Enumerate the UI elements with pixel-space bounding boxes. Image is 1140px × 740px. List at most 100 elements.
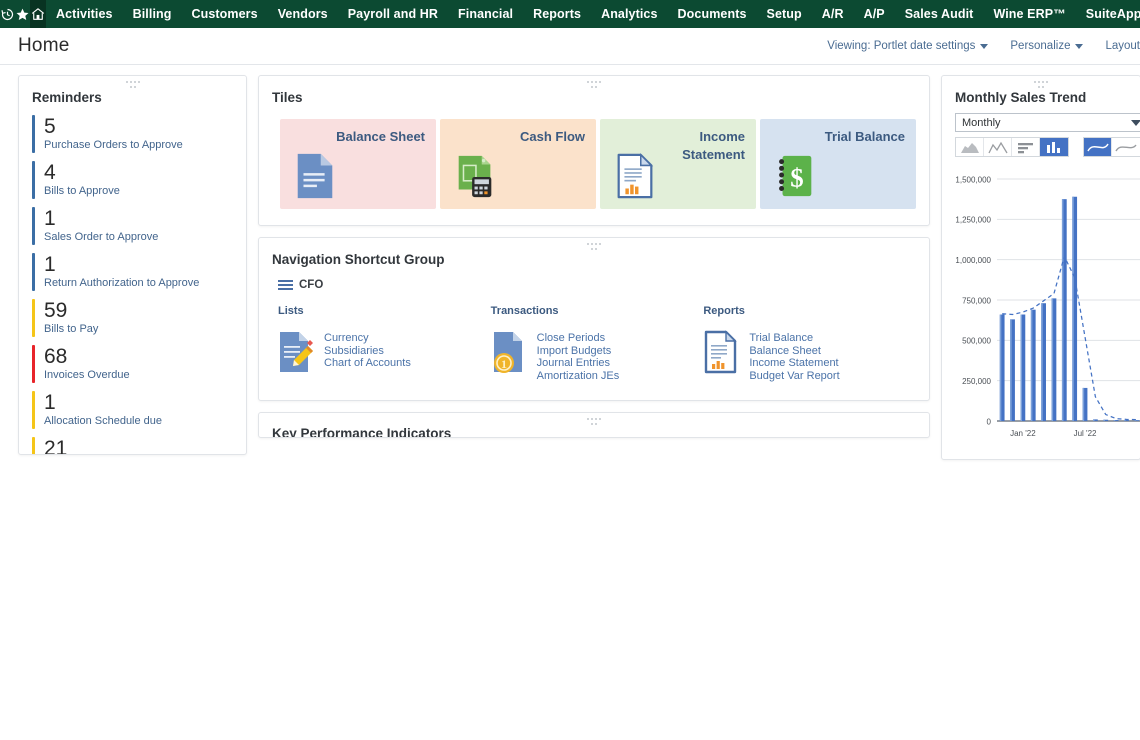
shortcut-link[interactable]: Balance Sheet — [749, 345, 839, 358]
reminder-item[interactable]: 59 Bills to Pay — [32, 297, 246, 343]
chart-controls: Monthly — [942, 105, 1140, 157]
nav-link-analytics[interactable]: Analytics — [591, 0, 667, 28]
nav-link-setup[interactable]: Setup — [757, 0, 812, 28]
reminder-item[interactable]: 5 Purchase Orders to Approve — [32, 113, 246, 159]
horizontal-bar-chart-icon[interactable] — [1012, 138, 1040, 156]
portlet-drag-handle[interactable] — [587, 418, 601, 426]
svg-text:1: 1 — [501, 357, 507, 371]
shortcut-column-reports: Reports — [703, 305, 916, 382]
shortcut-link[interactable]: Subsidiaries — [324, 345, 411, 358]
layout-label: Layout — [1105, 40, 1140, 52]
reminder-label: Allocation Schedule due — [44, 414, 162, 429]
tile-label: Trial Balance — [825, 128, 905, 146]
portlet-drag-handle[interactable] — [587, 81, 601, 89]
main-navigation-bar: Activities Billing Customers Vendors Pay… — [0, 0, 1140, 28]
reminder-count: 1 — [44, 391, 162, 414]
svg-text:1,250,000: 1,250,000 — [955, 216, 991, 225]
reminder-count: 68 — [44, 345, 130, 368]
portlet-drag-handle[interactable] — [1034, 81, 1048, 89]
shortcut-link[interactable]: Trial Balance — [749, 332, 839, 345]
reminder-item[interactable]: 1 Allocation Schedule due — [32, 389, 246, 435]
reminder-color-bar — [32, 391, 35, 429]
viewing-portlet-date-settings-dropdown[interactable]: Viewing: Portlet date settings — [827, 40, 988, 52]
nav-link-suiteapps[interactable]: SuiteApps — [1076, 0, 1140, 28]
document-icon — [294, 152, 336, 200]
nav-link-reports[interactable]: Reports — [523, 0, 591, 28]
nav-link-wine-erp[interactable]: Wine ERP™ — [983, 0, 1075, 28]
portlet-drag-handle[interactable] — [126, 81, 140, 89]
tile-balance-sheet[interactable]: Balance Sheet — [280, 119, 436, 209]
svg-text:250,000: 250,000 — [962, 377, 991, 386]
reminder-item[interactable]: 1 Sales Order to Approve — [32, 205, 246, 251]
reminder-item[interactable]: 68 Invoices Overdue — [32, 343, 246, 389]
nav-link-payroll-and-hr[interactable]: Payroll and HR — [338, 0, 448, 28]
reminder-count: 5 — [44, 115, 183, 138]
nav-link-ap[interactable]: A/P — [854, 0, 895, 28]
personalize-dropdown[interactable]: Personalize — [1010, 40, 1083, 52]
layout-dropdown[interactable]: Layout — [1105, 40, 1140, 52]
reminder-label: Sales Order to Approve — [44, 230, 158, 245]
svg-text:500,000: 500,000 — [962, 337, 991, 346]
shortcut-link[interactable]: Chart of Accounts — [324, 357, 411, 370]
nav-link-documents[interactable]: Documents — [668, 0, 757, 28]
shortcut-column-transactions: Transactions 1 — [491, 305, 704, 382]
shortcut-links: Currency Subsidiaries Chart of Accounts — [324, 330, 411, 370]
nav-link-activities[interactable]: Activities — [46, 0, 123, 28]
nav-link-sales-audit[interactable]: Sales Audit — [895, 0, 984, 28]
reminder-count: 21 — [44, 437, 67, 455]
nav-link-customers[interactable]: Customers — [181, 0, 267, 28]
reminder-item[interactable]: 1 Return Authorization to Approve — [32, 251, 246, 297]
reminder-color-bar — [32, 253, 35, 291]
chart-type-group-primary — [955, 137, 1069, 157]
svg-text:0: 0 — [987, 417, 992, 426]
portlet-drag-handle[interactable] — [587, 243, 601, 251]
nav-link-ar[interactable]: A/R — [812, 0, 854, 28]
chevron-down-icon — [1075, 44, 1083, 49]
home-icon[interactable] — [30, 0, 46, 28]
favorites-star-icon[interactable] — [15, 0, 30, 28]
reminder-label: Purchase Orders to Approve — [44, 138, 183, 153]
curve-outline-icon[interactable] — [1112, 138, 1140, 156]
shortcut-columns: Lists — [278, 305, 916, 382]
list-pencil-icon — [278, 330, 316, 374]
role-selector-cfo[interactable]: CFO — [278, 279, 916, 291]
tiles-list: Balance Sheet Cash Flow — [259, 105, 929, 225]
tile-label: Balance Sheet — [336, 128, 425, 146]
nav-link-financial[interactable]: Financial — [448, 0, 523, 28]
dashboard-column-right: Monthly Sales Trend Monthly — [941, 75, 1140, 468]
reminder-color-bar — [32, 299, 35, 337]
recent-records-icon[interactable] — [0, 0, 15, 28]
tile-trial-balance[interactable]: Trial Balance $ — [760, 119, 916, 209]
role-name: CFO — [299, 279, 323, 291]
report-chart-icon — [614, 152, 656, 200]
shortcut-link[interactable]: Amortization JEs — [537, 370, 620, 383]
nav-link-vendors[interactable]: Vendors — [268, 0, 338, 28]
tile-label: Cash Flow — [520, 128, 585, 146]
reminder-count: 1 — [44, 253, 199, 276]
reminder-item[interactable]: 4 Bills to Approve — [32, 159, 246, 205]
vertical-bar-chart-icon[interactable] — [1040, 138, 1068, 156]
shortcut-link[interactable]: Journal Entries — [537, 357, 620, 370]
period-select[interactable]: Monthly — [955, 113, 1140, 132]
shortcut-link[interactable]: Budget Var Report — [749, 370, 839, 383]
reminders-portlet: Reminders 5 Purchase Orders to Approve 4… — [18, 75, 247, 455]
shortcut-links: Close Periods Import Budgets Journal Ent… — [537, 330, 620, 382]
shortcut-column-title: Transactions — [491, 305, 704, 317]
shortcut-link[interactable]: Close Periods — [537, 332, 620, 345]
header-actions: Viewing: Portlet date settings Personali… — [827, 40, 1140, 52]
shortcut-link[interactable]: Import Budgets — [537, 345, 620, 358]
line-chart-icon[interactable] — [984, 138, 1012, 156]
shortcut-link[interactable]: Currency — [324, 332, 411, 345]
ledger-dollar-icon: $ — [774, 152, 816, 200]
area-chart-icon[interactable] — [956, 138, 984, 156]
svg-text:1,000,000: 1,000,000 — [955, 256, 991, 265]
tile-cash-flow[interactable]: Cash Flow — [440, 119, 596, 209]
monthly-sales-trend-chart: 0250,000500,000750,0001,000,0001,250,000… — [942, 167, 1140, 447]
smooth-curve-icon[interactable] — [1084, 138, 1112, 156]
reminder-item[interactable]: 21 — [32, 435, 246, 455]
svg-text:Jan '22: Jan '22 — [1010, 429, 1036, 438]
tile-income-statement[interactable]: Income Statement — [600, 119, 756, 209]
shortcut-link[interactable]: Income Statement — [749, 357, 839, 370]
nav-link-billing[interactable]: Billing — [123, 0, 182, 28]
page-header: Home Viewing: Portlet date settings Pers… — [0, 28, 1140, 65]
